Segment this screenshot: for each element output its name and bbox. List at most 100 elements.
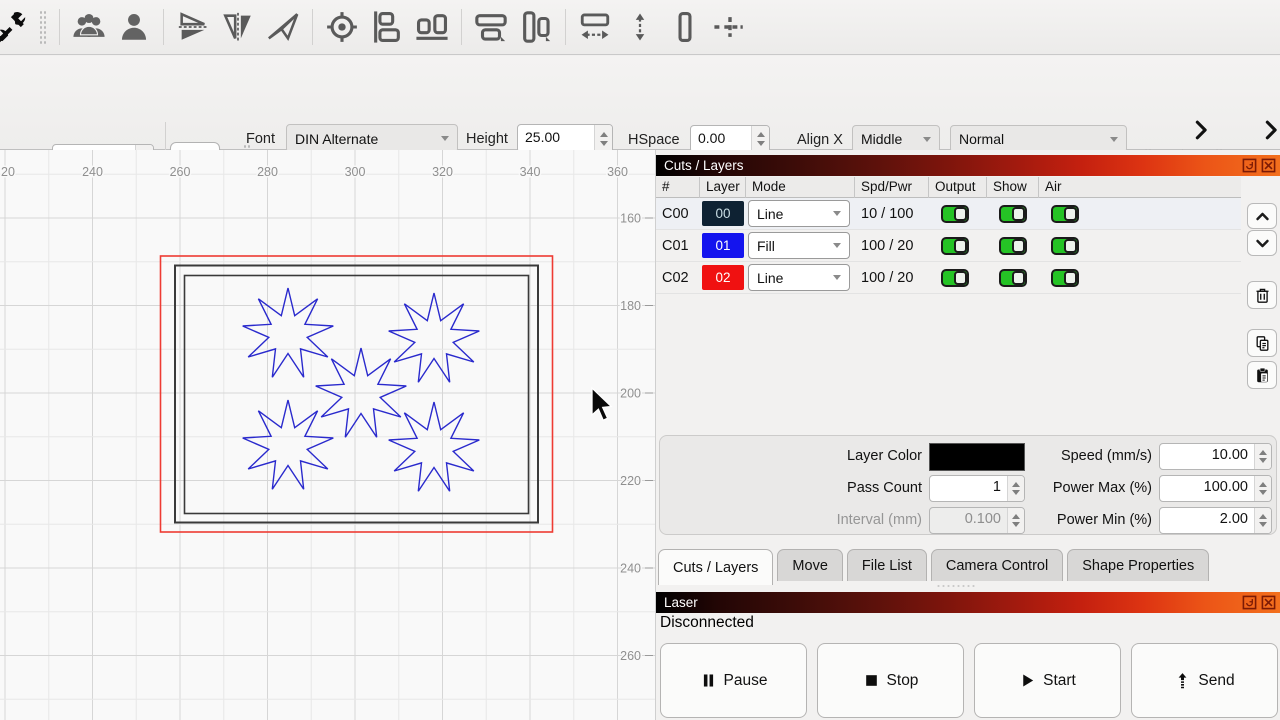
workspace-canvas[interactable]: 2024026028030032034036016018020022024026… xyxy=(0,150,655,720)
text-style-select[interactable]: Normal xyxy=(950,125,1127,153)
move-cross-icon[interactable] xyxy=(710,6,750,48)
float-panel-icon[interactable] xyxy=(1242,158,1257,173)
toggle[interactable] xyxy=(1051,237,1079,255)
output-toggle[interactable] xyxy=(929,269,987,287)
svg-text:20: 20 xyxy=(1,165,15,179)
distribute-horizontal-icon[interactable] xyxy=(471,6,511,48)
copy-layer-button[interactable] xyxy=(1247,329,1277,357)
delete-layer-button[interactable] xyxy=(1247,281,1277,309)
flip-vertical-icon[interactable] xyxy=(173,6,213,48)
power-min-input[interactable]: 2.00 xyxy=(1159,507,1272,534)
column-header[interactable]: Mode xyxy=(746,177,855,198)
pause-button[interactable]: Pause xyxy=(660,643,807,718)
power-max-input[interactable]: 100.00 xyxy=(1159,475,1272,502)
toolbar-overflow-chevron-2[interactable] xyxy=(1260,119,1280,141)
toggle[interactable] xyxy=(999,269,1027,287)
height-input[interactable]: 25.00 xyxy=(517,124,613,153)
toggle[interactable] xyxy=(941,269,969,287)
layer-mode-select[interactable]: Line xyxy=(746,200,855,227)
font-select[interactable]: DIN Alternate xyxy=(286,124,458,153)
air-toggle[interactable] xyxy=(1039,237,1239,255)
group-icon[interactable] xyxy=(69,6,109,48)
speed-input[interactable]: 10.00 xyxy=(1159,443,1272,470)
svg-text:240: 240 xyxy=(620,562,641,576)
toggle[interactable] xyxy=(1051,205,1079,223)
button-label: Send xyxy=(1198,672,1234,690)
toggle[interactable] xyxy=(941,237,969,255)
tab-shape-properties[interactable]: Shape Properties xyxy=(1067,549,1209,581)
cuts-layers-titlebar[interactable]: Cuts / Layers xyxy=(656,155,1280,176)
height-spinner[interactable] xyxy=(594,125,612,152)
close-panel-icon[interactable] xyxy=(1261,158,1276,173)
hspace-input[interactable]: 0.00 xyxy=(690,125,770,153)
column-header[interactable]: # xyxy=(656,177,700,198)
layer-settings-box: Layer Color Speed (mm/s) 10.00 Pass Coun… xyxy=(659,435,1277,535)
panel-drag-dots[interactable] xyxy=(936,584,976,588)
distribute-vertical-icon[interactable] xyxy=(516,6,556,48)
show-toggle[interactable] xyxy=(987,269,1039,287)
output-toggle[interactable] xyxy=(929,205,987,223)
flip-horizontal-icon[interactable] xyxy=(218,6,258,48)
layer-mode-select[interactable]: Line xyxy=(746,264,855,291)
pass-count-input[interactable]: 1 xyxy=(929,475,1025,502)
air-toggle[interactable] xyxy=(1039,205,1239,223)
toggle[interactable] xyxy=(999,205,1027,223)
tab-move[interactable]: Move xyxy=(777,549,842,581)
toggle[interactable] xyxy=(999,237,1027,255)
show-toggle[interactable] xyxy=(987,237,1039,255)
tools-icon[interactable] xyxy=(0,6,31,48)
same-width-icon[interactable] xyxy=(575,6,615,48)
column-header[interactable]: Spd/Pwr xyxy=(855,177,929,198)
move-up-button[interactable] xyxy=(1247,203,1277,229)
paste-layer-button[interactable] xyxy=(1247,361,1277,389)
send-button[interactable]: Send xyxy=(1131,643,1278,718)
layer-row[interactable]: C0000Line10 / 100 xyxy=(656,198,1241,230)
toolbar-separator xyxy=(59,9,60,45)
output-toggle[interactable] xyxy=(929,237,987,255)
tab-camera-control[interactable]: Camera Control xyxy=(931,549,1063,581)
ungroup-icon[interactable] xyxy=(114,6,154,48)
layer-row[interactable]: C0202Line100 / 20 xyxy=(656,262,1241,294)
font-label: Font xyxy=(246,131,275,147)
close-panel-icon[interactable] xyxy=(1261,595,1276,610)
focus-icon[interactable] xyxy=(322,6,362,48)
mirror-icon[interactable] xyxy=(263,6,303,48)
tab-cuts-layers[interactable]: Cuts / Layers xyxy=(658,549,773,585)
align-horizontal-icon[interactable] xyxy=(412,6,452,48)
tab-file-list[interactable]: File List xyxy=(847,549,927,581)
layer-row[interactable]: C0101Fill100 / 20 xyxy=(656,230,1241,262)
layer-mode-select[interactable]: Fill xyxy=(746,232,855,259)
layer-color-chip[interactable]: 00 xyxy=(700,201,746,226)
layer-speed-power: 100 / 20 xyxy=(855,238,929,254)
main-toolbar xyxy=(0,0,1280,55)
laser-title: Laser xyxy=(661,595,698,610)
toggle[interactable] xyxy=(1051,269,1079,287)
toggle[interactable] xyxy=(941,205,969,223)
button-label: Stop xyxy=(887,672,919,690)
column-header[interactable]: Show xyxy=(987,177,1039,198)
move-down-button[interactable] xyxy=(1247,230,1277,256)
svg-text:260: 260 xyxy=(170,165,191,179)
stop-button[interactable]: Stop xyxy=(817,643,964,718)
layer-id: C00 xyxy=(656,206,700,222)
start-button[interactable]: Start xyxy=(974,643,1121,718)
alignx-select[interactable]: Middle xyxy=(852,125,940,153)
toolbar-overflow-chevron[interactable] xyxy=(1190,119,1212,141)
layer-color-swatch[interactable] xyxy=(929,443,1025,471)
column-header[interactable]: Layer xyxy=(700,177,746,198)
laser-titlebar[interactable]: Laser xyxy=(656,592,1280,613)
toolbar-drag-handle[interactable] xyxy=(39,10,47,44)
bar-icon[interactable] xyxy=(665,6,705,48)
layer-id: C02 xyxy=(656,270,700,286)
column-header[interactable]: Air xyxy=(1039,177,1239,198)
speed-label: Speed (mm/s) xyxy=(1020,448,1152,464)
align-vertical-icon[interactable] xyxy=(367,6,407,48)
same-height-icon[interactable] xyxy=(620,6,660,48)
air-toggle[interactable] xyxy=(1039,269,1239,287)
layer-color-chip[interactable]: 02 xyxy=(700,265,746,290)
float-panel-icon[interactable] xyxy=(1242,595,1257,610)
layer-color-chip[interactable]: 01 xyxy=(700,233,746,258)
show-toggle[interactable] xyxy=(987,205,1039,223)
hspace-label: HSpace xyxy=(628,132,680,148)
column-header[interactable]: Output xyxy=(929,177,987,198)
